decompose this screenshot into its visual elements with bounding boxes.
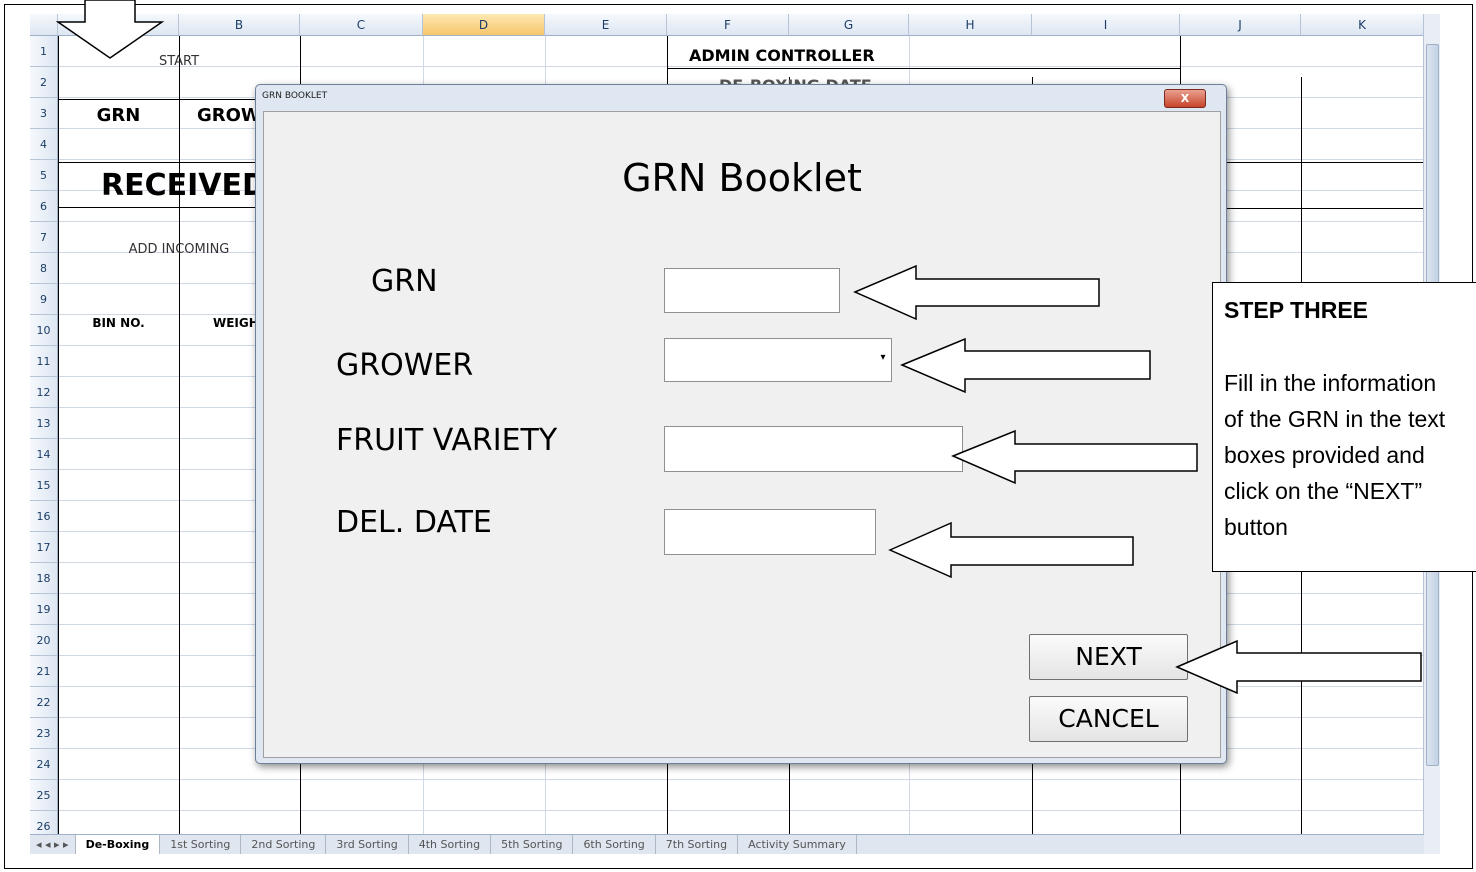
down-arrow-icon <box>55 0 165 59</box>
left-arrow-icon <box>853 264 1100 321</box>
annotation-arrows <box>55 0 1422 695</box>
left-arrow-icon <box>888 521 1134 579</box>
left-arrow-icon <box>951 429 1198 485</box>
left-arrow-icon <box>1175 639 1422 695</box>
left-arrow-icon <box>900 337 1151 394</box>
